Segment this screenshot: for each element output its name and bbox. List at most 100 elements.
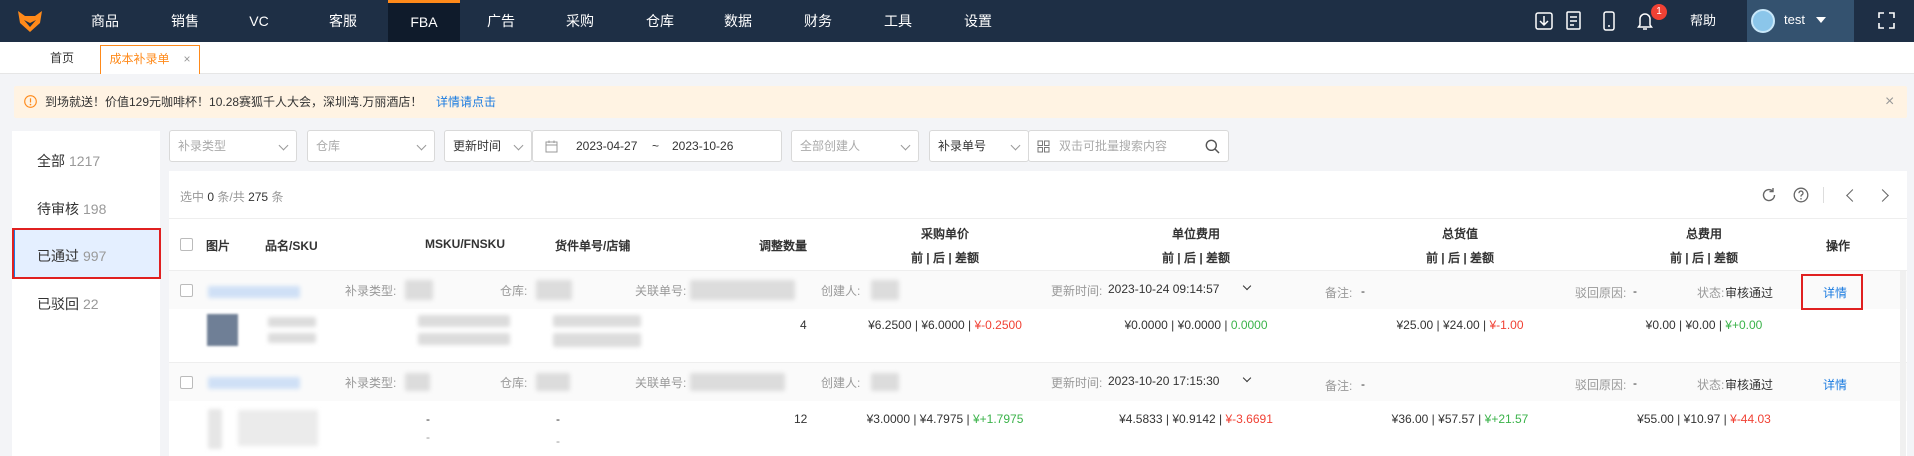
download-icon[interactable]: [1535, 11, 1553, 31]
header-unit-fee: 单位费用: [1171, 227, 1220, 241]
task-list-icon[interactable]: [1565, 11, 1583, 31]
logo-icon[interactable]: [16, 7, 44, 35]
product-name: [238, 410, 318, 446]
order-no-link[interactable]: [208, 286, 300, 298]
creator-placeholder: 全部创建人: [800, 139, 861, 153]
nav-item[interactable]: 广告: [468, 0, 534, 42]
nav-item[interactable]: 设置: [945, 0, 1011, 42]
date-start[interactable]: 2023-04-27: [576, 131, 637, 161]
label-type: 补录类型:: [345, 284, 397, 298]
row-checkbox[interactable]: [180, 284, 193, 297]
date-end[interactable]: 2023-10-26: [672, 131, 733, 161]
nav-item[interactable]: 工具: [865, 0, 931, 42]
status-all[interactable]: 全部 1217: [37, 151, 100, 171]
refresh-icon[interactable]: [1761, 187, 1777, 203]
creator-value: [871, 373, 899, 391]
after: ¥6.0000: [921, 318, 965, 332]
nav-item[interactable]: 采购: [547, 0, 613, 42]
type-select[interactable]: 补录类型: [169, 130, 297, 162]
before: ¥4.5833: [1119, 412, 1163, 426]
type-value: [405, 280, 433, 300]
search-placeholder: 双击可批量搜索内容: [1059, 139, 1168, 153]
warehouse-value: [536, 373, 570, 391]
nav-item[interactable]: VC: [229, 0, 289, 42]
diff: ¥-44.03: [1730, 412, 1771, 426]
username[interactable]: test: [1784, 0, 1805, 40]
select-all-checkbox[interactable]: [180, 238, 193, 251]
after: ¥0.0000: [1177, 318, 1222, 332]
label-remark: 备注:: [1325, 286, 1353, 300]
chevron-down-icon: [900, 140, 911, 151]
search-type-select[interactable]: 补录单号: [929, 130, 1029, 162]
batch-grid-icon[interactable]: [1037, 140, 1050, 153]
label-type: 补录类型:: [345, 376, 397, 390]
label-related: 关联单号:: [635, 376, 687, 390]
chevron-down-icon: [513, 140, 524, 151]
status-label: 已驳回: [37, 296, 79, 312]
help-circle-icon[interactable]: [1793, 187, 1809, 203]
product-image: [208, 409, 222, 449]
warehouse-select[interactable]: 仓库: [307, 130, 435, 162]
label-related: 关联单号:: [635, 284, 687, 298]
status-value: 审核通过: [1725, 378, 1774, 392]
update-time-value: 2023-10-24 09:14:57: [1108, 282, 1220, 296]
order-no-link[interactable]: [208, 377, 300, 389]
notice-detail-link[interactable]: 详情请点击: [436, 86, 496, 118]
reject-value: -: [1633, 376, 1637, 390]
status-count: 1217: [69, 153, 101, 169]
row-checkbox[interactable]: [180, 376, 193, 389]
chevron-down-icon: [416, 140, 427, 151]
nav-item[interactable]: 财务: [785, 0, 851, 42]
info-icon: [24, 95, 37, 108]
sel-count: 0: [207, 190, 215, 204]
after: ¥4.7975: [919, 412, 964, 426]
qty-value: 4: [800, 318, 807, 332]
notice-close-icon[interactable]: ×: [1885, 86, 1894, 118]
label-update-time: 更新时间:: [1051, 376, 1103, 390]
header-qty: 调整数量: [759, 239, 808, 253]
table-scrollbar[interactable]: [1900, 271, 1906, 456]
time-type-select[interactable]: 更新时间: [444, 130, 532, 162]
after: ¥0.00: [1685, 318, 1716, 332]
label-update-time: 更新时间:: [1051, 284, 1103, 298]
sel-prefix: 选中: [180, 190, 205, 204]
search-icon[interactable]: [1205, 139, 1220, 154]
product-image: [207, 314, 238, 346]
nav-item[interactable]: 数据: [705, 0, 771, 42]
fullscreen-icon[interactable]: [1878, 12, 1895, 29]
status-value: 审核通过: [1725, 286, 1774, 300]
before: ¥55.00: [1637, 412, 1674, 426]
type-placeholder: 补录类型: [178, 139, 227, 153]
chevron-down-icon: [1010, 140, 1021, 151]
label-creator: 创建人:: [821, 376, 861, 390]
goods-no-value: -: [556, 412, 560, 426]
diff: ¥+0.00: [1725, 318, 1763, 332]
header-total-fee: 总费用: [1685, 227, 1722, 241]
help-link[interactable]: 帮助: [1690, 0, 1716, 42]
total-value-cell: ¥36.00 | ¥57.57 | ¥+21.57: [1391, 412, 1529, 426]
nav-item[interactable]: 仓库: [627, 0, 693, 42]
search-input[interactable]: 双击可批量搜索内容: [1028, 130, 1229, 162]
mobile-icon[interactable]: [1600, 11, 1618, 31]
status-rejected[interactable]: 已驳回 22: [37, 294, 99, 314]
avatar[interactable]: [1751, 9, 1775, 33]
nav-item[interactable]: 客服: [309, 0, 377, 42]
sel-suffix: 条: [271, 190, 284, 204]
nav-item[interactable]: FBA: [388, 0, 460, 42]
nav-item[interactable]: 销售: [152, 0, 218, 42]
before: ¥0.0000: [1124, 318, 1168, 332]
creator-select[interactable]: 全部创建人: [791, 130, 919, 162]
tab-label: 成本补录单: [109, 52, 170, 66]
tab-close-icon[interactable]: ×: [184, 52, 191, 66]
product-name: [268, 317, 316, 327]
caret-down-icon[interactable]: [1816, 17, 1826, 23]
fnsku-value: [418, 333, 510, 345]
nav-item[interactable]: 商品: [71, 0, 139, 42]
detail-link[interactable]: 详情: [1823, 376, 1847, 393]
label-warehouse: 仓库:: [500, 284, 528, 298]
total-fee-cell: ¥55.00 | ¥10.97 | ¥-44.03: [1637, 412, 1771, 426]
date-range-picker[interactable]: 2023-04-27 ~ 2023-10-26: [532, 130, 782, 162]
tab-cost-supplement[interactable]: 成本补录单 ×: [100, 45, 200, 74]
tab-home[interactable]: 首页: [27, 45, 97, 74]
status-pending[interactable]: 待审核 198: [37, 199, 106, 219]
